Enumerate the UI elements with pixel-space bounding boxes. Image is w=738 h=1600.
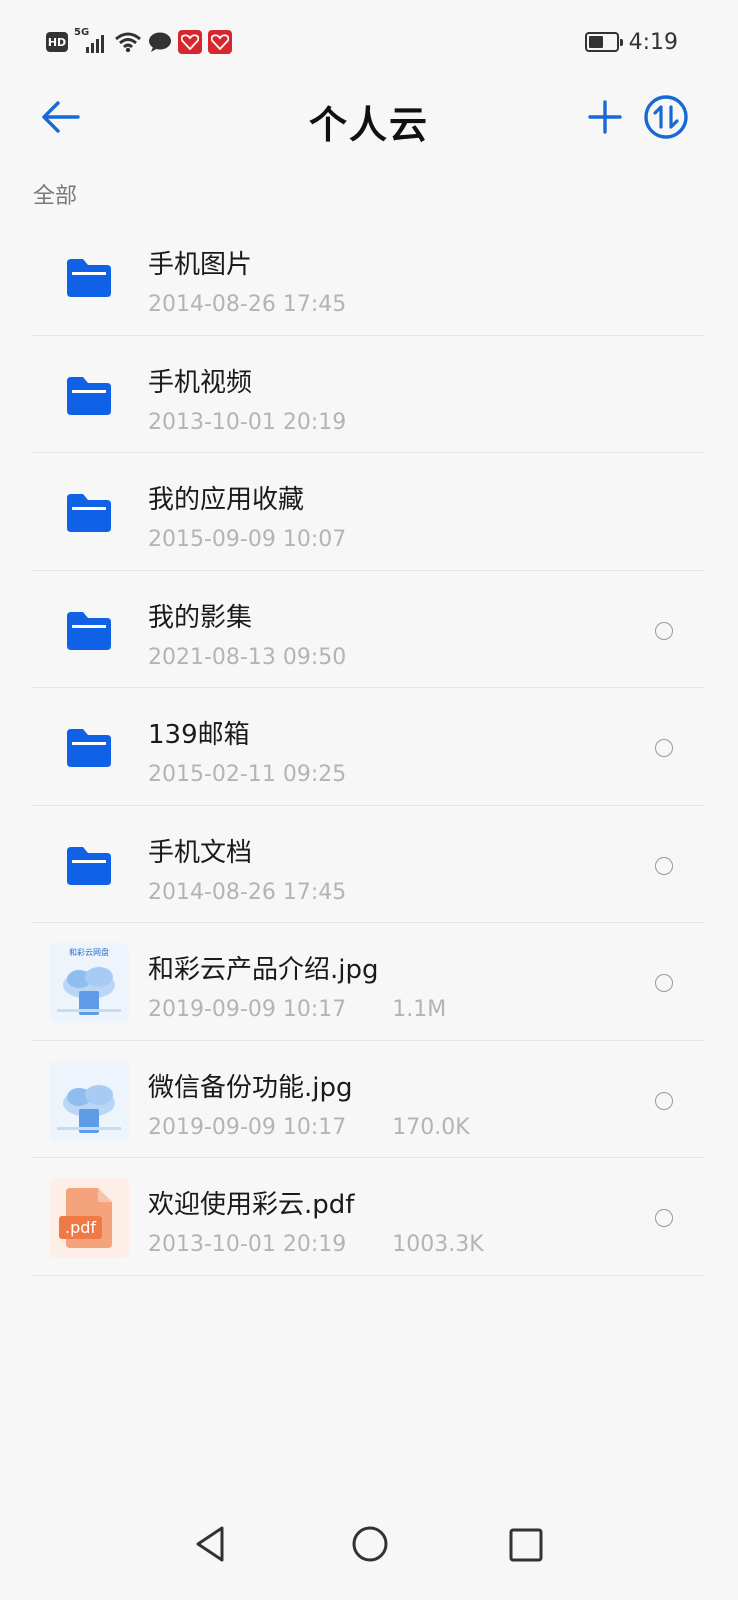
signal-5g-icon: 5G (74, 27, 108, 55)
battery-level (588, 36, 603, 48)
app-badge-icon (178, 30, 202, 54)
hd-icon: HD (46, 32, 68, 52)
file-list: 手机图片 2014-08-26 17:45 手机视频 2013-10-01 20:19… (33, 218, 705, 1276)
select-checkbox[interactable] (655, 856, 673, 875)
file-date: 2014-08-26 17:45 (148, 879, 347, 905)
file-name: 欢迎使用彩云.pdf (148, 1190, 355, 1220)
nav-recents-icon[interactable] (505, 1524, 547, 1566)
file-row[interactable]: 我的应用收藏 2015-09-09 10:07 (33, 453, 705, 571)
folder-icon (49, 356, 129, 436)
file-date: 2015-02-11 09:25 (148, 762, 347, 787)
folder-icon (49, 826, 129, 906)
file-date: 2019-09-09 10:17 (148, 1114, 347, 1140)
file-size: 1003.3K (392, 1232, 484, 1257)
app-badge-icon (208, 30, 232, 54)
pdf-label: .pdf (59, 1216, 103, 1239)
select-checkbox[interactable] (655, 739, 673, 757)
file-row[interactable]: 手机视频 2013-10-01 20:19 (33, 336, 705, 453)
pdf-file-icon: .pdf (49, 1178, 129, 1258)
select-checkbox[interactable] (655, 1091, 673, 1110)
file-name: 我的应用收藏 (148, 485, 305, 515)
system-nav-bar (0, 1500, 738, 1600)
file-date: 2014-08-26 17:45 (148, 292, 347, 317)
file-name: 手机图片 (148, 250, 253, 280)
status-icons-left: HD 5G (46, 27, 232, 56)
file-date: 2013-10-01 20:19 (148, 409, 347, 435)
transfer-icon (644, 95, 688, 139)
select-checkbox[interactable] (655, 621, 673, 640)
select-checkbox[interactable] (655, 974, 673, 992)
folder-icon (49, 473, 129, 553)
file-size: 170.0K (392, 1114, 470, 1140)
file-date: 2013-10-01 20:19 (148, 1232, 347, 1257)
plus-icon (588, 100, 622, 134)
file-row[interactable]: 手机图片 2014-08-26 17:45 (33, 218, 705, 336)
status-bar: HD 5G 4:19 (0, 0, 738, 80)
file-name: 手机视频 (148, 367, 253, 398)
file-name: 和彩云产品介绍.jpg (148, 955, 379, 985)
nav-home-icon[interactable] (346, 1520, 394, 1568)
folder-icon (49, 238, 129, 318)
file-meta: 2013-10-01 20:19 1003.3K (148, 1232, 484, 1257)
file-meta: 2015-02-11 09:25 (148, 762, 346, 787)
folder-icon (49, 591, 129, 671)
file-row[interactable]: 和彩云网盘 和彩云产品介绍.jpg 2019-09-09 10:17 1.1M (33, 923, 705, 1041)
status-icons-right: 4:19 (584, 28, 678, 56)
file-row[interactable]: 手机文档 2014-08-26 17:45 (33, 806, 705, 923)
file-name: 139邮箱 (148, 720, 250, 750)
file-name: 手机文档 (148, 837, 253, 868)
transfer-button[interactable] (640, 91, 692, 143)
app-bar: 个人云 (0, 80, 738, 156)
image-thumbnail: 和彩云网盘 (49, 943, 129, 1023)
file-name: 我的影集 (148, 602, 253, 633)
nav-back-icon[interactable] (190, 1522, 234, 1566)
folder-icon (49, 708, 129, 788)
file-meta: 2013-10-01 20:19 (148, 410, 346, 435)
file-meta: 2021-08-13 09:50 (148, 645, 346, 670)
file-date: 2015-09-09 10:07 (148, 527, 347, 552)
select-checkbox[interactable] (655, 1209, 673, 1227)
file-meta: 2014-08-26 17:45 (148, 880, 346, 905)
image-thumbnail (49, 1060, 129, 1141)
file-size: 1.1M (392, 997, 447, 1022)
status-time: 4:19 (628, 29, 678, 55)
breadcrumb[interactable]: 全部 (33, 178, 77, 210)
file-meta: 2019-09-09 10:17 1.1M (148, 997, 446, 1022)
file-row[interactable]: 139邮箱 2015-02-11 09:25 (33, 688, 705, 806)
file-row[interactable]: .pdf 欢迎使用彩云.pdf 2013-10-01 20:19 1003.3K (33, 1158, 705, 1276)
file-meta: 2019-09-09 10:17 170.0K (148, 1115, 470, 1140)
wifi-icon (115, 32, 141, 53)
file-row[interactable]: 我的影集 2021-08-13 09:50 (33, 571, 705, 688)
file-row[interactable]: 微信备份功能.jpg 2019-09-09 10:17 170.0K (33, 1041, 705, 1158)
file-meta: 2015-09-09 10:07 (148, 527, 346, 552)
file-date: 2019-09-09 10:17 (148, 997, 347, 1022)
add-button[interactable] (580, 92, 630, 142)
file-meta: 2014-08-26 17:45 (148, 292, 346, 317)
file-date: 2021-08-13 09:50 (148, 644, 347, 670)
message-icon (149, 32, 171, 52)
file-name: 微信备份功能.jpg (148, 1072, 353, 1103)
battery-icon (584, 32, 623, 52)
